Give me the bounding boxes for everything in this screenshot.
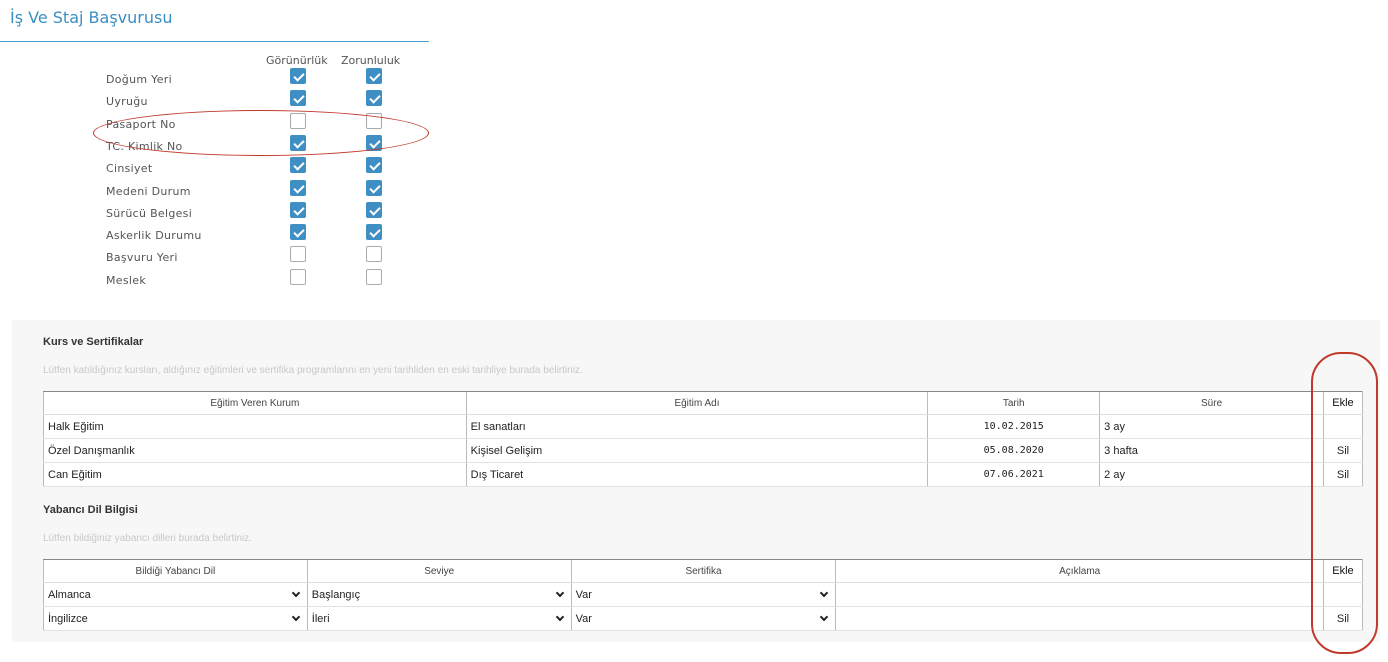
certificate-select-value: Var	[575, 612, 592, 625]
chevron-down-icon	[555, 588, 564, 597]
field-row: Meslek	[106, 268, 406, 293]
level-select[interactable]: Başlangıç	[312, 584, 567, 606]
cell-institution: Can Eğitim	[43, 462, 467, 487]
cell-date: 05.08.2020	[927, 438, 1100, 463]
required-checkbox[interactable]	[366, 268, 382, 285]
field-row: Sürücü Belgesi	[106, 201, 406, 226]
languages-section-title: Yabancı Dil Bilgisi	[43, 504, 138, 516]
field-label: Doğum Yeri	[106, 73, 172, 86]
page-title: İş Ve Staj Başvurusu	[10, 8, 173, 27]
cell-certificate: Var	[570, 606, 836, 631]
title-divider	[0, 41, 429, 42]
description-input[interactable]	[835, 606, 1324, 631]
field-label: Sürücü Belgesi	[106, 206, 193, 220]
annotation-oval-action-column	[1311, 352, 1378, 654]
chevron-down-icon	[820, 612, 829, 621]
required-checkbox[interactable]	[366, 246, 382, 263]
field-label: Medeni Durum	[106, 184, 191, 198]
courses-table: Eğitim Veren Kurum Eğitim Adı Tarih Süre…	[43, 391, 1364, 487]
col-header-level: Seviye	[306, 559, 572, 583]
required-column-header: Zorunluluk	[341, 54, 401, 67]
certificate-select-value: Var	[575, 588, 592, 601]
cell-course-name: El sanatları	[465, 414, 928, 439]
cell-language: Almanca	[43, 582, 308, 607]
cell-course-name: Kişisel Gelişim	[465, 438, 928, 463]
level-select-value: Başlangıç	[311, 588, 361, 601]
language-select[interactable]: Almanca	[48, 584, 303, 606]
cell-level: İleri	[306, 606, 572, 631]
col-header-certificate: Sertifika	[570, 559, 836, 583]
certificate-select[interactable]: Var	[576, 608, 832, 630]
cell-institution: Halk Eğitim	[43, 414, 467, 439]
field-row: Cinsiyet	[106, 157, 406, 181]
field-label: Askerlik Durumu	[106, 229, 202, 243]
language-select-value: İngilizce	[48, 612, 88, 625]
course-row: Özel Danışmanlık Kişisel Gelişim 05.08.202…	[43, 438, 1364, 463]
visibility-checkbox[interactable]	[290, 68, 306, 84]
languages-table: Bildiği Yabancı Dil Seviye Sertifika Açı…	[43, 559, 1364, 631]
field-label: Uyruğu	[106, 95, 148, 109]
visibility-checkbox[interactable]	[290, 157, 306, 174]
cell-level: Başlangıç	[306, 582, 572, 607]
description-input[interactable]	[835, 582, 1324, 607]
field-row: Doğum Yeri	[106, 68, 406, 92]
course-row: Halk Eğitim El sanatları 10.02.2015 3 ay	[43, 414, 1364, 439]
visibility-checkbox[interactable]	[290, 179, 306, 196]
course-row: Can Eğitim Dış Ticaret 07.06.2021 2 ay Sil	[43, 462, 1364, 487]
chevron-down-icon	[291, 612, 301, 621]
language-select-value: Almanca	[48, 588, 91, 601]
col-header-institution: Eğitim Veren Kurum	[43, 391, 467, 415]
required-checkbox[interactable]	[366, 201, 382, 218]
visibility-checkbox[interactable]	[290, 268, 306, 285]
field-label: Başvuru Yeri	[106, 251, 178, 265]
visibility-checkbox[interactable]	[290, 224, 306, 241]
courses-section-title: Kurs ve Sertifikalar	[43, 336, 144, 348]
visibility-checkbox[interactable]	[290, 90, 306, 107]
col-header-language: Bildiği Yabancı Dil	[43, 559, 308, 583]
visibility-checkbox[interactable]	[290, 246, 306, 263]
required-checkbox[interactable]	[366, 157, 382, 174]
annotation-oval-passport-tc	[93, 110, 429, 156]
required-checkbox[interactable]	[366, 68, 382, 84]
required-checkbox[interactable]	[366, 224, 382, 241]
cell-duration: 3 hafta	[1099, 438, 1324, 463]
certificate-select[interactable]: Var	[576, 584, 832, 606]
cell-institution: Özel Danışmanlık	[43, 438, 467, 463]
courses-section-hint: Lütfen katıldığınız kursları, aldığınız …	[43, 365, 583, 376]
field-row: Medeni Durum	[106, 179, 406, 204]
field-row: Askerlik Durumu	[106, 224, 406, 248]
language-row: Almanca Başlangıç Var	[43, 582, 1364, 607]
cell-duration: 2 ay	[1099, 462, 1324, 487]
chevron-down-icon	[291, 588, 301, 597]
required-checkbox[interactable]	[366, 179, 382, 196]
cell-language: İngilizce	[43, 606, 308, 631]
col-header-course-name: Eğitim Adı	[465, 391, 928, 415]
col-header-description: Açıklama	[835, 559, 1324, 583]
field-row: Başvuru Yeri	[106, 246, 406, 270]
cell-course-name: Dış Ticaret	[465, 462, 928, 487]
field-label: Cinsiyet	[106, 162, 153, 176]
required-checkbox[interactable]	[366, 90, 382, 107]
chevron-down-icon	[820, 588, 829, 597]
visibility-checkbox[interactable]	[290, 201, 306, 218]
chevron-down-icon	[555, 612, 564, 621]
language-row: İngilizce İleri Var Sil	[43, 606, 1364, 631]
cell-date: 07.06.2021	[927, 462, 1100, 487]
col-header-date: Tarih	[927, 391, 1100, 415]
level-select[interactable]: İleri	[312, 608, 567, 630]
field-label: Meslek	[106, 273, 146, 287]
languages-section-hint: Lütfen bildiğiniz yabancı dilleri burada…	[43, 533, 253, 544]
visibility-column-header: Görünürlük	[266, 54, 328, 67]
col-header-duration: Süre	[1099, 391, 1324, 415]
cell-duration: 3 ay	[1099, 414, 1324, 439]
cell-date: 10.02.2015	[927, 414, 1100, 439]
language-select[interactable]: İngilizce	[48, 608, 303, 630]
cell-certificate: Var	[570, 582, 836, 607]
level-select-value: İleri	[311, 612, 330, 625]
